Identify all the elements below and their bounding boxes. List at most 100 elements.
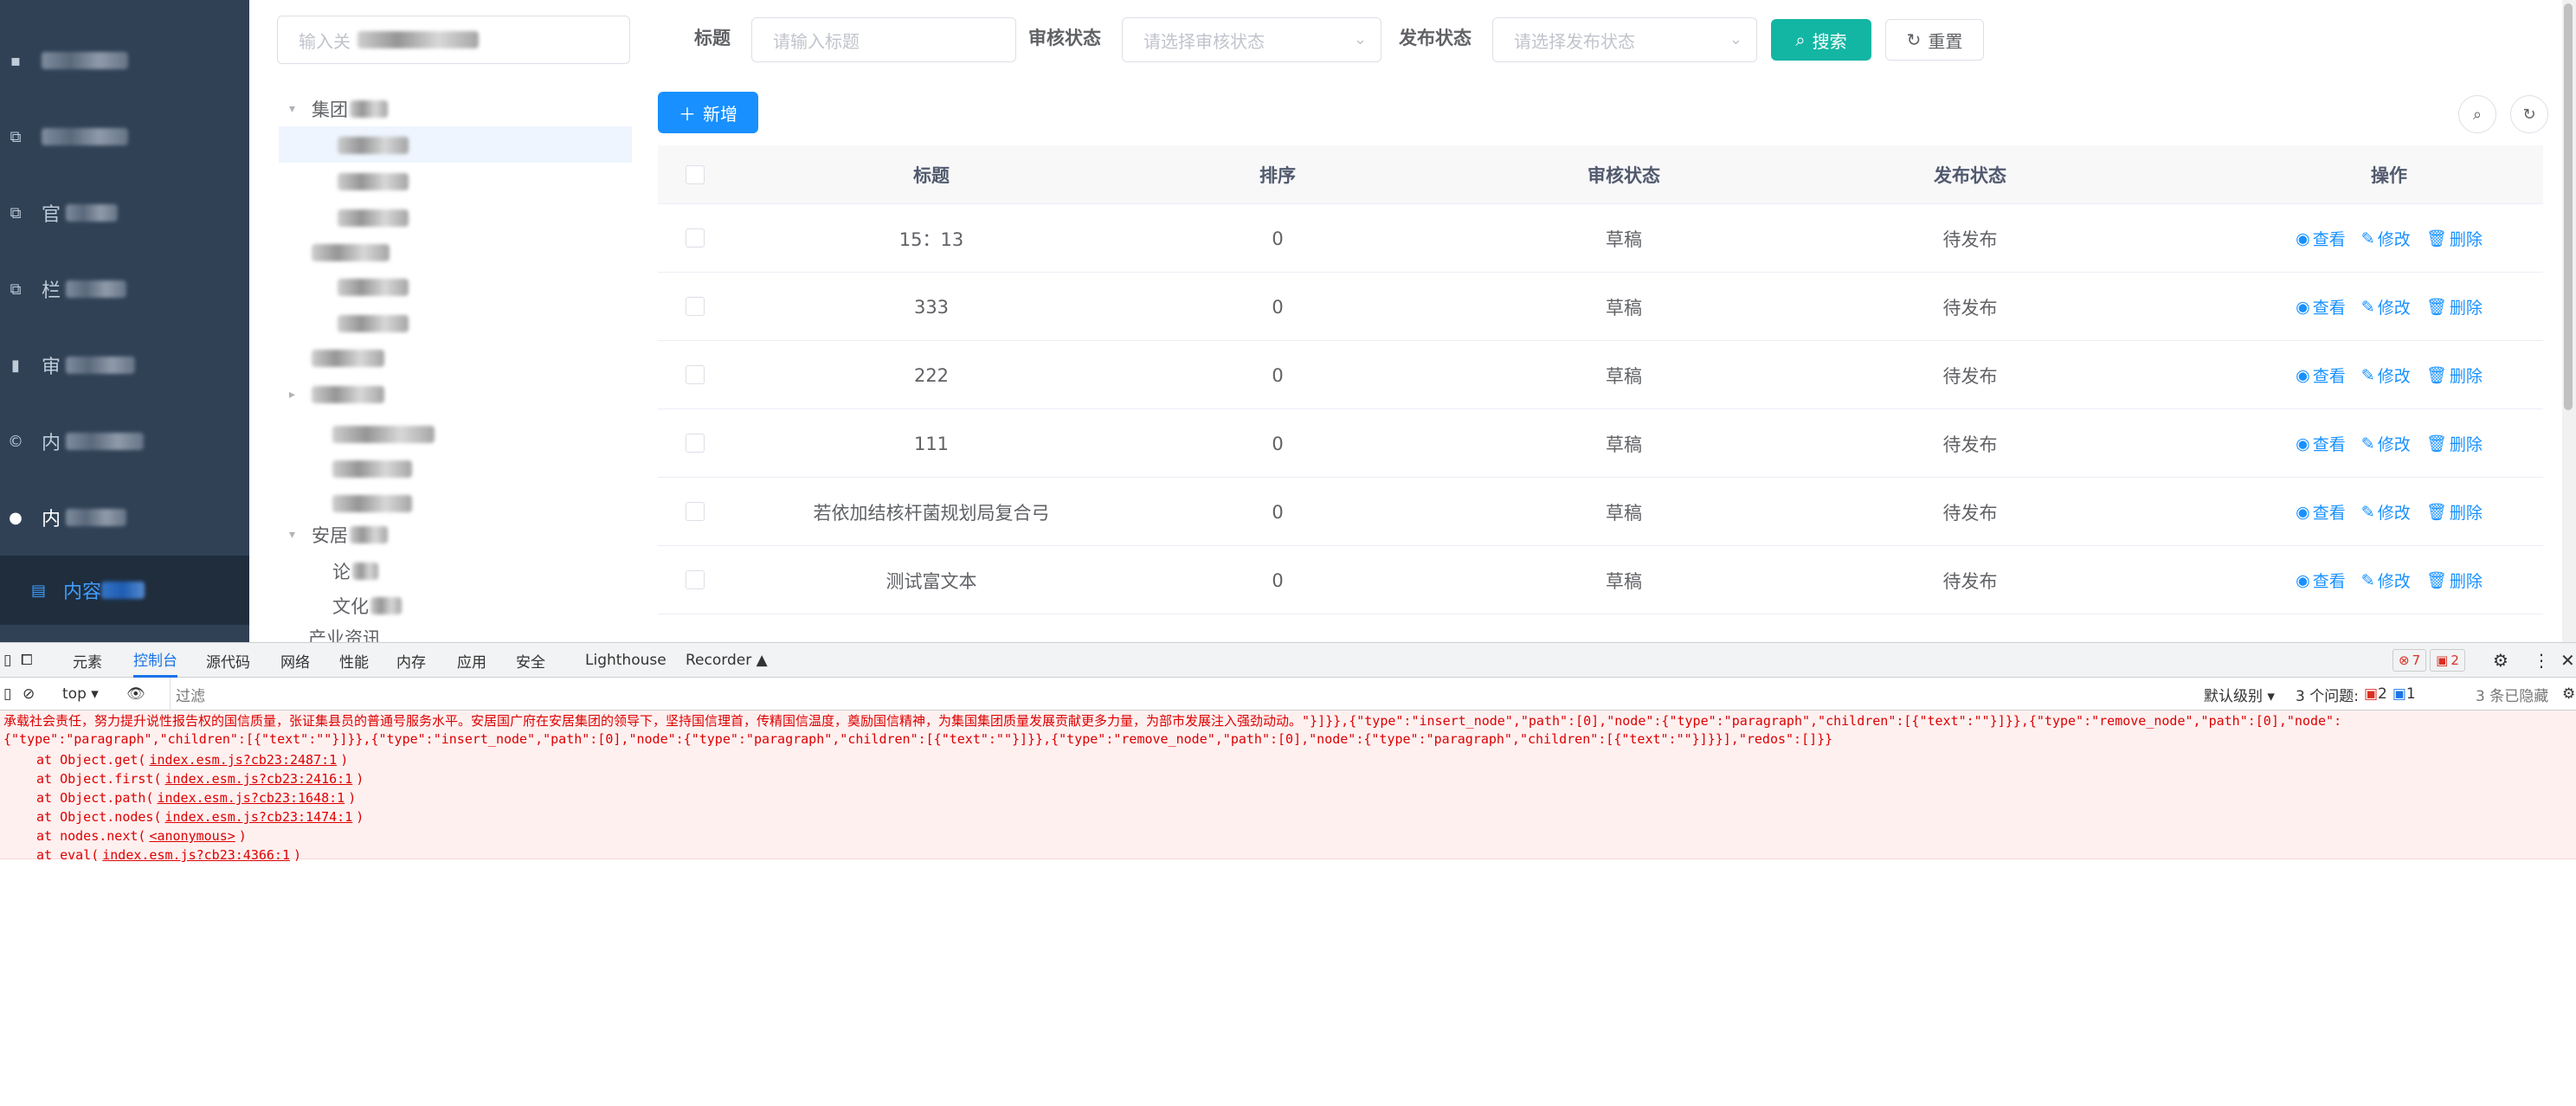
tree-node[interactable] xyxy=(338,270,409,305)
clear-console-icon[interactable]: ⊘ xyxy=(23,678,35,711)
reset-button[interactable]: ↻ 重置 xyxy=(1885,19,1984,61)
edit-button[interactable]: ✎ 修改 xyxy=(2361,432,2411,455)
cell-publish-status: 待发布 xyxy=(1942,434,1998,455)
issues-error-count: 2 xyxy=(2378,685,2387,703)
delete-button[interactable]: 🗑 删除 xyxy=(2426,295,2483,318)
stack-location-link[interactable]: index.esm.js?cb23:1648:1 xyxy=(157,790,345,806)
stack-fn: at Object.first xyxy=(36,771,154,787)
console-settings-icon[interactable]: ⚙ xyxy=(2562,678,2575,711)
delete-button[interactable]: 🗑 删除 xyxy=(2426,227,2483,250)
sidebar-item-6[interactable]: © 内 xyxy=(0,407,249,476)
view-button[interactable]: ◉ 查看 xyxy=(2296,363,2346,387)
devtools-tab[interactable]: 应用 xyxy=(457,643,486,678)
view-button[interactable]: ◉ 查看 xyxy=(2296,227,2346,250)
publish-status-select[interactable]: 请选择发布状态 ⌄ xyxy=(1492,17,1757,62)
context-select[interactable]: top ▾ xyxy=(62,678,99,711)
stack-location-link[interactable]: index.esm.js?cb23:2416:1 xyxy=(165,771,353,787)
device-toolbar-icon[interactable]: ▯ xyxy=(3,643,11,678)
devtools-tab[interactable]: 安全 xyxy=(516,643,545,678)
devtools-tab[interactable]: Recorder ▲ xyxy=(686,643,768,678)
tree-node[interactable] xyxy=(332,452,412,486)
edit-button[interactable]: ✎ 修改 xyxy=(2361,363,2411,387)
tree-node[interactable] xyxy=(332,417,435,452)
view-button[interactable]: ◉ 查看 xyxy=(2296,500,2346,524)
toggle-search-button[interactable]: ⌕ xyxy=(2458,95,2496,133)
more-icon[interactable]: ⋮ xyxy=(2533,643,2550,678)
stack-location-link[interactable]: index.esm.js?cb23:4366:1 xyxy=(102,847,290,863)
devtools-tab[interactable]: 性能 xyxy=(339,643,369,678)
title-input[interactable]: 请输入标题 xyxy=(751,17,1016,62)
cell-order: 0 xyxy=(1272,296,1284,318)
tree-node[interactable] xyxy=(338,128,409,163)
devtools-tab-active[interactable]: 控制台 xyxy=(133,643,177,678)
edit-button[interactable]: ✎ 修改 xyxy=(2361,227,2411,250)
inspect-icon[interactable]: ⧠ xyxy=(21,643,33,678)
delete-button[interactable]: 🗑 删除 xyxy=(2426,432,2483,455)
stack-location-link[interactable]: index.esm.js?cb23:2487:1 xyxy=(149,752,337,768)
tree-node[interactable]: 文化 xyxy=(332,588,402,623)
view-button[interactable]: ◉ 查看 xyxy=(2296,295,2346,318)
blurred-text xyxy=(338,137,409,154)
stack-location-link[interactable]: <anonymous> xyxy=(149,828,235,844)
tree-node[interactable]: ▾ 集团 xyxy=(289,92,388,126)
row-checkbox[interactable] xyxy=(686,502,705,521)
tree-node[interactable]: 论 xyxy=(332,554,378,588)
delete-button[interactable]: 🗑 删除 xyxy=(2426,363,2483,387)
settings-icon[interactable]: ⚙ xyxy=(2493,643,2508,678)
tree-search-input[interactable]: 输入关 xyxy=(277,16,630,64)
devtools-tab[interactable]: Lighthouse xyxy=(585,643,667,678)
tree-node[interactable]: 产业资讯 xyxy=(308,625,381,642)
tree-node[interactable] xyxy=(332,486,412,521)
devtools-tab[interactable]: 内存 xyxy=(396,643,426,678)
error-counter[interactable]: ⊗ 7 ▣ 2 xyxy=(2389,643,2465,678)
view-button[interactable]: ◉ 查看 xyxy=(2296,569,2346,592)
delete-button[interactable]: 🗑 删除 xyxy=(2426,500,2483,524)
sidebar-toggle-icon[interactable]: ▯ xyxy=(3,678,11,711)
page-scrollbar-thumb[interactable] xyxy=(2564,3,2573,410)
sidebar-item-1[interactable]: ▪ xyxy=(0,26,249,95)
blurred-text xyxy=(66,509,127,526)
stack-location-link[interactable]: index.esm.js?cb23:1474:1 xyxy=(165,809,353,825)
review-status-select[interactable]: 请选择审核状态 ⌄ xyxy=(1122,17,1381,62)
row-checkbox[interactable] xyxy=(686,434,705,453)
tree-node[interactable] xyxy=(338,306,409,341)
row-checkbox[interactable] xyxy=(686,365,705,384)
console-filter-input[interactable]: 过滤 xyxy=(170,678,2192,711)
devtools-tab[interactable]: 元素 xyxy=(73,643,102,678)
select-all-checkbox[interactable] xyxy=(686,165,705,184)
eye-icon[interactable]: 👁 xyxy=(126,678,145,711)
devtools-tab[interactable]: 源代码 xyxy=(206,643,250,678)
sidebar-item-3[interactable]: ⧉ 官 xyxy=(0,178,249,248)
sidebar-item-5[interactable]: ▮ 审 xyxy=(0,331,249,400)
delete-button[interactable]: 🗑 删除 xyxy=(2426,569,2483,592)
devtools-tab[interactable]: 网络 xyxy=(280,643,310,678)
column-header-order: 排序 xyxy=(1259,165,1296,186)
row-checkbox[interactable] xyxy=(686,228,705,248)
cell-review-status: 草稿 xyxy=(1606,297,1642,318)
tree-node[interactable] xyxy=(338,164,409,199)
sidebar-item-4[interactable]: ⧉ 栏 xyxy=(0,254,249,324)
edit-label: 修改 xyxy=(2377,367,2411,386)
issues-button[interactable]: 3 个问题: ▣ 2 ▣ 1 xyxy=(2296,678,2416,711)
add-button[interactable]: ＋ 新增 xyxy=(658,92,758,133)
sidebar-subitem-active[interactable]: ▤ 内容 xyxy=(0,556,249,625)
log-level-select[interactable]: 默认级别 ▾ xyxy=(2204,678,2275,711)
trash-icon: 🗑 xyxy=(2425,229,2447,248)
edit-button[interactable]: ✎ 修改 xyxy=(2361,500,2411,524)
tree-node[interactable] xyxy=(312,235,390,270)
row-checkbox[interactable] xyxy=(686,570,705,589)
tree-node[interactable]: ▸ xyxy=(289,377,384,412)
tree-node[interactable] xyxy=(312,341,384,376)
tree-node[interactable]: ▾ 安居 xyxy=(289,518,388,552)
edit-button[interactable]: ✎ 修改 xyxy=(2361,295,2411,318)
view-button[interactable]: ◉ 查看 xyxy=(2296,432,2346,455)
search-button[interactable]: ⌕ 搜索 xyxy=(1771,19,1871,61)
close-icon[interactable]: ✕ xyxy=(2560,643,2575,678)
sidebar-item-2[interactable]: ⧉ xyxy=(0,102,249,171)
tree-node[interactable] xyxy=(338,201,409,235)
sidebar-item-7[interactable]: ● 内 xyxy=(0,483,249,552)
row-checkbox[interactable] xyxy=(686,297,705,316)
caret-down-icon: ▾ xyxy=(289,102,296,116)
edit-button[interactable]: ✎ 修改 xyxy=(2361,569,2411,592)
refresh-button[interactable]: ↻ xyxy=(2510,95,2548,133)
